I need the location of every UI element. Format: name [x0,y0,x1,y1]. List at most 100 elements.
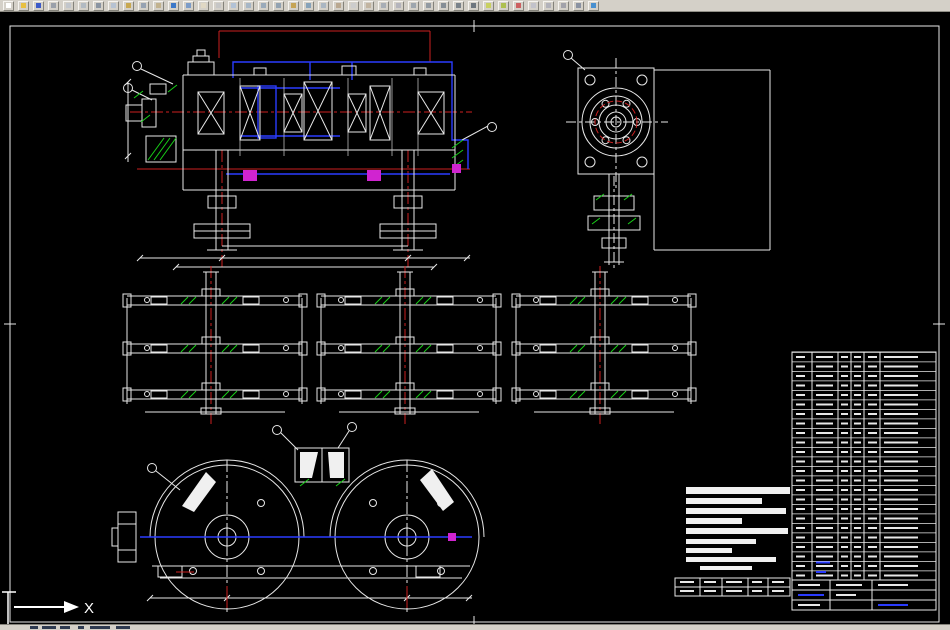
toolbar-icon-glyph [216,3,221,8]
command-text-fragment [30,626,38,629]
lwt-icon[interactable] [453,0,464,11]
polar-icon[interactable] [408,0,419,11]
toolbar-icon-glyph [396,3,401,8]
toolbar-icon-glyph [456,3,461,8]
toolbar-icon-glyph [6,3,11,8]
toolbar-icon-glyph [471,3,476,8]
toolbar-icon-glyph [36,3,41,8]
main-toolbar [0,0,950,12]
copy-icon[interactable] [108,0,119,11]
toolbar-icon-glyph [231,3,236,8]
toolbar-icon-glyph [546,3,551,8]
command-text-fragment [90,626,110,629]
command-line-strip[interactable] [0,624,950,630]
toolbar-icon-glyph [516,3,521,8]
toolbar-icon-glyph [306,3,311,8]
toolbar-icon-glyph [51,3,56,8]
undo-icon[interactable] [168,0,179,11]
application-window: X [0,0,950,630]
ortho-icon[interactable] [393,0,404,11]
notes-block [686,487,790,570]
zoom-window-icon[interactable] [228,0,239,11]
toolbar-icon-glyph [291,3,296,8]
toolbar-icon-glyph [411,3,416,8]
toolbar-icon-glyph [81,3,86,8]
shaft-assembly-view-2 [316,266,502,424]
plot-preview-icon[interactable] [63,0,74,11]
toolpalettes-icon[interactable] [303,0,314,11]
toolbar-icon-glyph [336,3,341,8]
new-file-icon[interactable] [3,0,14,11]
dyn-icon[interactable] [438,0,449,11]
properties-icon[interactable] [273,0,284,11]
toolbar-icon-glyph [261,3,266,8]
shaft-assembly-view-3 [511,266,697,424]
ucs-icon: X [2,591,94,624]
find-icon[interactable] [573,0,584,11]
main-assembly-section-view [123,30,497,271]
toolbar-icon-glyph [171,3,176,8]
toolbar-icon-glyph [321,3,326,8]
toolbar-icon-glyph [366,3,371,8]
command-text-fragment [116,626,130,629]
toolbar-icon-glyph [351,3,356,8]
osnap-icon[interactable] [363,0,374,11]
plotstyle-icon[interactable] [558,0,569,11]
help-icon[interactable] [588,0,599,11]
linetype-icon[interactable] [528,0,539,11]
publish-icon[interactable] [78,0,89,11]
zoom-scale-icon[interactable] [258,0,269,11]
toolbar-icon-glyph [246,3,251,8]
grid-icon[interactable] [378,0,389,11]
toolbar-icon-glyph [201,3,206,8]
otrack-icon[interactable] [423,0,434,11]
toolbar-icon-glyph [501,3,506,8]
ucs-x-arrowhead [64,601,79,613]
toolbar-icon-glyph [426,3,431,8]
command-text-fragment [78,626,84,629]
color-control-icon[interactable] [513,0,524,11]
open-folder-icon[interactable] [18,0,29,11]
sheetset-icon[interactable] [318,0,329,11]
lineweight-icon[interactable] [543,0,554,11]
toolbar-icon-glyph [591,3,596,8]
markup-icon[interactable] [333,0,344,11]
toolbar-icon-glyph [486,3,491,8]
command-text-fragment [60,626,70,629]
model-icon[interactable] [468,0,479,11]
toolbar-icon-glyph [141,3,146,8]
plot-icon[interactable] [48,0,59,11]
paste-icon[interactable] [123,0,134,11]
toolbar-icon-glyph [531,3,536,8]
block-editor-icon[interactable] [153,0,164,11]
toolbar-icon-glyph [96,3,101,8]
toolbar-icon-glyph [576,3,581,8]
toolbar-icon-glyph [381,3,386,8]
layer-states-icon[interactable] [498,0,509,11]
toolbar-icon-glyph [561,3,566,8]
ucs-x-label: X [84,600,94,617]
toolbar-icon-glyph [156,3,161,8]
match-properties-icon[interactable] [138,0,149,11]
toolbar-icon-glyph [126,3,131,8]
cut-icon[interactable] [93,0,104,11]
zoom-previous-icon[interactable] [243,0,254,11]
command-text-fragment [42,626,56,629]
redo-icon[interactable] [183,0,194,11]
toolbar-icon-glyph [111,3,116,8]
layers-icon[interactable] [483,0,494,11]
parts-list-table [791,351,937,611]
toolbar-icon-glyph [441,3,446,8]
housing-end-view [563,50,771,268]
shaft-assembly-view-1 [122,266,308,424]
designcenter-icon[interactable] [288,0,299,11]
zoom-realtime-icon[interactable] [213,0,224,11]
save-icon[interactable] [33,0,44,11]
toolbar-icon-glyph [276,3,281,8]
toolbar-icon-glyph [21,3,26,8]
pan-icon[interactable] [198,0,209,11]
calculator-icon[interactable] [348,0,359,11]
toolbar-icon-glyph [186,3,191,8]
revision-strip [674,577,791,597]
drawing-canvas[interactable]: X [0,12,950,624]
